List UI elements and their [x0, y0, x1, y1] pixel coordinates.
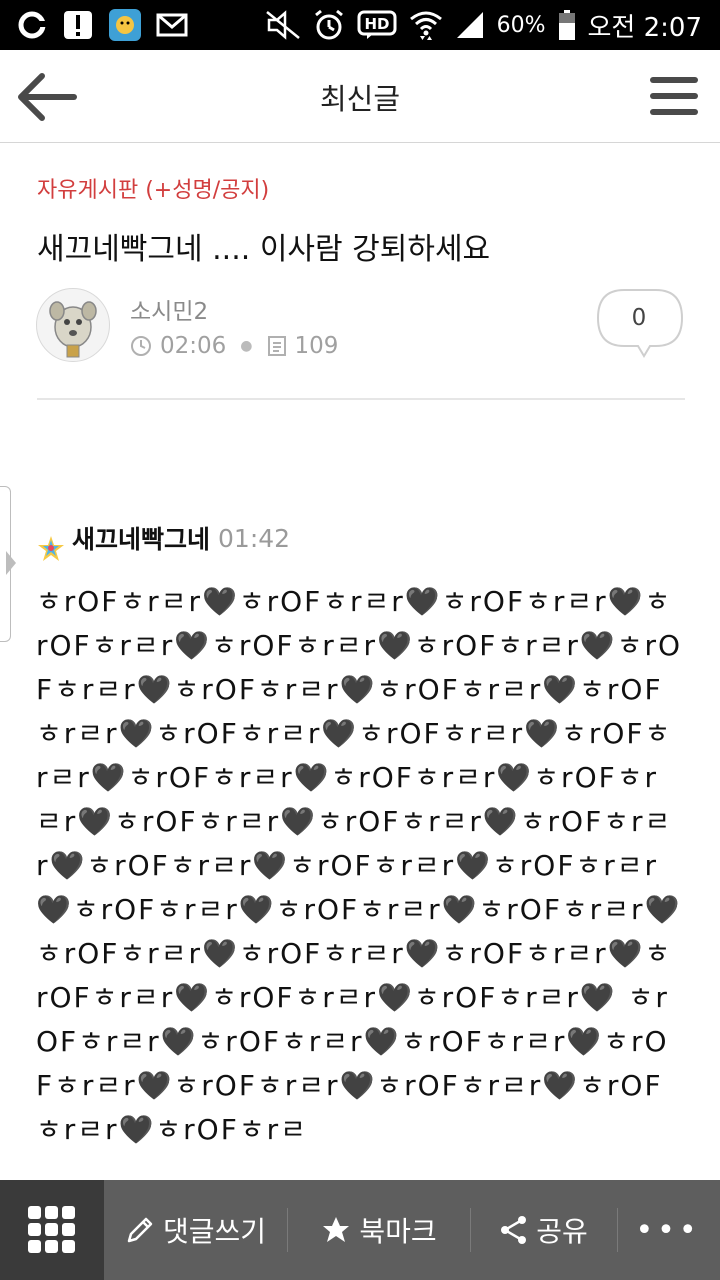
- bookmark-button[interactable]: 북마크: [288, 1180, 470, 1280]
- app-bar: 최신글: [0, 50, 720, 143]
- status-time: 오전 2:07: [587, 12, 703, 43]
- post-meta: 02:06 ● 109: [130, 333, 338, 359]
- star-icon: [321, 1215, 351, 1245]
- post-time: 02:06: [160, 333, 227, 359]
- write-comment-label: 댓글쓰기: [162, 1215, 267, 1248]
- comment-count: 0: [631, 305, 647, 331]
- board-link[interactable]: 자유게시판 (+성명/공지): [37, 172, 269, 204]
- view-count: 109: [294, 333, 339, 359]
- post-title: 새끄네빡그네 .... 이사람 강퇴하세요: [37, 232, 491, 267]
- o-icon: [16, 9, 48, 41]
- side-drawer-handle[interactable]: [0, 486, 16, 642]
- embedded-author: 새끄네빡그네: [72, 525, 211, 554]
- embedded-time: 01:42: [218, 523, 291, 553]
- embedded-post-header: 새끄네빡그네 01:42: [36, 508, 290, 568]
- share-label: 공유: [536, 1215, 588, 1248]
- alarm-icon: [313, 9, 345, 41]
- battery-icon: [558, 9, 576, 41]
- app-icon: [108, 8, 142, 42]
- menu-button[interactable]: [648, 74, 700, 118]
- rainbow-star-icon: [36, 508, 66, 568]
- pencil-icon: [125, 1215, 155, 1245]
- signal-icon: [455, 10, 485, 40]
- share-button[interactable]: 공유: [471, 1180, 617, 1280]
- more-icon: •••: [635, 1212, 701, 1248]
- grid-icon: [28, 1206, 75, 1253]
- alert-icon: [62, 9, 94, 41]
- page-title: 최신글: [319, 82, 401, 116]
- bookmark-label: 북마크: [359, 1215, 437, 1248]
- header-divider: [37, 398, 685, 400]
- clock-icon: [130, 335, 152, 357]
- mail-icon: [156, 12, 188, 38]
- hd-icon: HD: [357, 10, 397, 40]
- mute-icon: [265, 10, 301, 40]
- post-body: ㅎrOFㅎrㄹr🖤ㅎrOFㅎrㄹr🖤ㅎrOFㅎrㄹr🖤ㅎrOFㅎrㄹr🖤ㅎrOF…: [36, 585, 683, 1146]
- svg-text:HD: HD: [364, 15, 389, 33]
- write-comment-button[interactable]: 댓글쓰기: [104, 1180, 287, 1280]
- more-button[interactable]: •••: [618, 1180, 718, 1280]
- battery-percent: 60%: [496, 12, 546, 38]
- dog-avatar-icon: [49, 301, 97, 358]
- meta-separator: ●: [240, 338, 253, 354]
- chevron-right-icon: [6, 551, 16, 575]
- share-icon: [500, 1215, 528, 1245]
- views-icon: [267, 335, 287, 357]
- apps-grid-button[interactable]: [0, 1180, 104, 1280]
- author-avatar[interactable]: [36, 288, 110, 362]
- bottom-action-bar: 댓글쓰기 북마크 공유 •••: [0, 1180, 720, 1280]
- wifi-icon: [409, 9, 443, 41]
- menu-icon: [650, 77, 698, 115]
- author-name[interactable]: 소시민2: [130, 292, 208, 326]
- status-bar: HD 60% 오전 2:07: [0, 0, 720, 50]
